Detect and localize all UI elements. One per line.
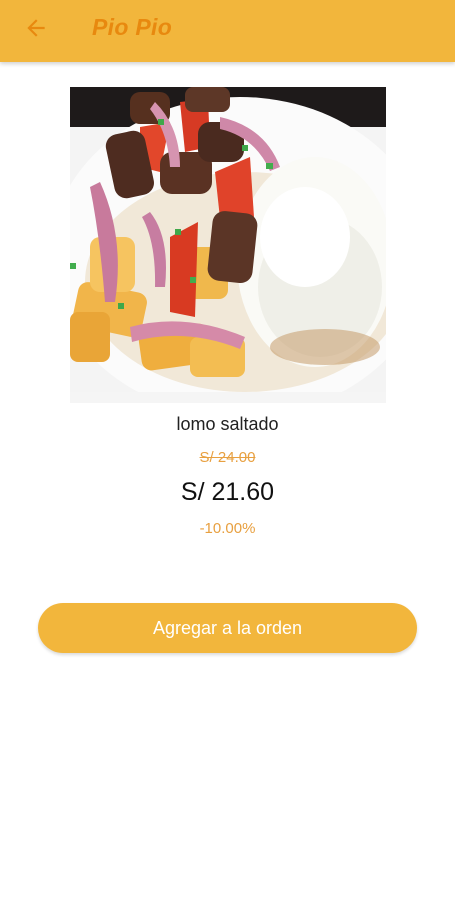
app-title: Pio Pio [92, 14, 173, 40]
product-name: lomo saltado [176, 414, 279, 434]
app-bar: Pio Pio [0, 0, 455, 62]
add-to-order-button[interactable]: Agregar a la orden [38, 603, 417, 653]
back-button[interactable] [20, 12, 52, 44]
current-price: S/ 21.60 [180, 478, 275, 506]
discount-badge: -10.00% [199, 520, 256, 537]
dish-image [70, 87, 386, 403]
original-price: S/ 24.00 [199, 449, 256, 466]
arrow-left-icon [27, 19, 45, 37]
